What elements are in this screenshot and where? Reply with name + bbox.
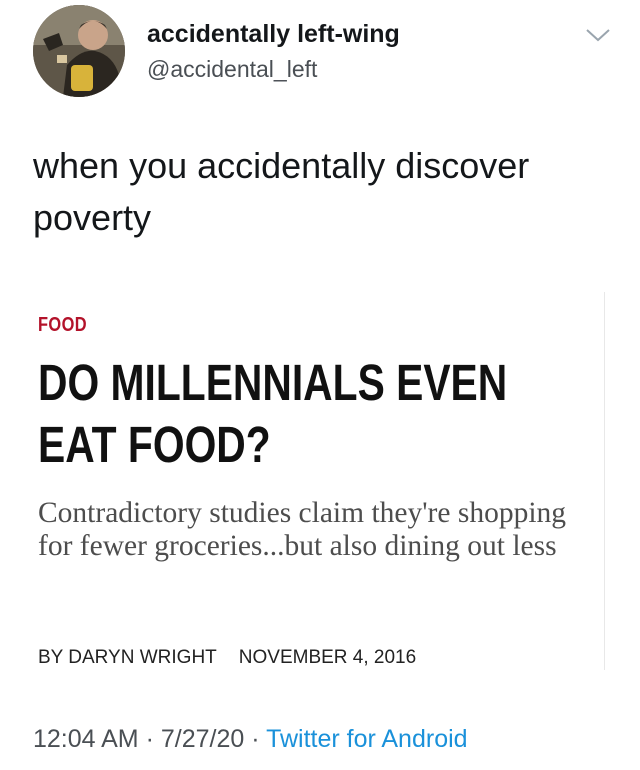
tweet-text-line: poverty bbox=[33, 197, 152, 238]
tweet-time[interactable]: 12:04 AM bbox=[33, 725, 139, 753]
article-headline: DO MILLENNIALS EVEN EAT FOOD? bbox=[38, 352, 598, 476]
author-handle[interactable]: @accidental_left bbox=[147, 56, 317, 83]
avatar[interactable] bbox=[33, 5, 125, 97]
avatar-photo-icon bbox=[33, 5, 125, 97]
meta-separator: · bbox=[145, 725, 154, 753]
article-headline-line: EAT FOOD? bbox=[38, 416, 271, 473]
article-author: BY DARYN WRIGHT bbox=[38, 647, 217, 668]
tweet-text: when you accidentally discover poverty bbox=[33, 140, 608, 244]
article-date: NOVEMBER 4, 2016 bbox=[238, 647, 417, 668]
attached-image[interactable]: FOOD DO MILLENNIALS EVEN EAT FOOD? Contr… bbox=[18, 292, 605, 670]
tweet-metadata: 12:04 AM · 7/27/20 · Twitter for Android bbox=[33, 725, 468, 754]
article-headline-line: DO MILLENNIALS EVEN bbox=[38, 354, 508, 411]
meta-separator: · bbox=[251, 725, 260, 753]
article-category: FOOD bbox=[38, 314, 88, 336]
article-subhead: Contradictory studies claim they're shop… bbox=[38, 497, 567, 562]
article-byline: BY DARYN WRIGHT NOVEMBER 4, 2016 bbox=[38, 647, 416, 669]
chevron-down-icon[interactable] bbox=[585, 27, 611, 43]
tweet-text-line: when you accidentally discover bbox=[33, 145, 530, 186]
tweet-source-link[interactable]: Twitter for Android bbox=[266, 725, 467, 753]
tweet-date[interactable]: 7/27/20 bbox=[161, 725, 244, 753]
author-display-name[interactable]: accidentally left-wing bbox=[147, 20, 400, 49]
